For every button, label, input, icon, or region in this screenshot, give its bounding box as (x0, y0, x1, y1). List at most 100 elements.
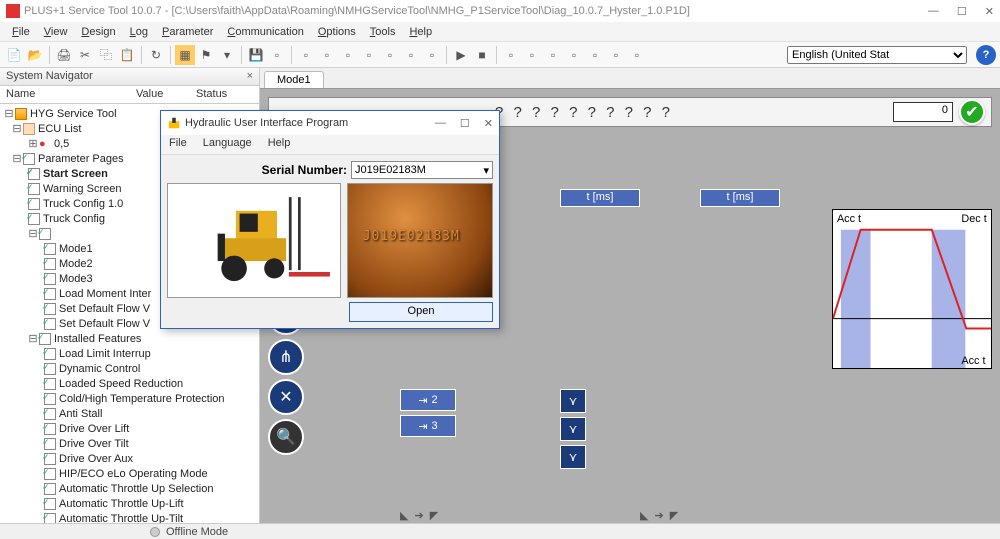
bluebtn-2[interactable]: ⇥ 2 (400, 389, 456, 411)
menu-communication[interactable]: Communication (221, 25, 309, 39)
acc-dec-chart: Acc tDec tAcc t (832, 209, 992, 369)
app-icon (6, 4, 20, 18)
tb-c4-icon[interactable]: ▫ (359, 45, 379, 65)
tb-c2-icon[interactable]: ▫ (317, 45, 337, 65)
serial-combo[interactable]: J019E02183M ▾ (351, 161, 493, 179)
arrow-row-2: ◣ ➔ ◤ (640, 509, 678, 522)
sym-2-icon[interactable]: ⋎ (560, 417, 586, 441)
open-button[interactable]: Open (349, 302, 493, 322)
menu-file[interactable]: File (6, 25, 36, 39)
tb-flag-icon[interactable]: ⚑ (196, 45, 216, 65)
tb-d6-icon[interactable]: ▫ (606, 45, 626, 65)
pedal4-icon: ◤ (670, 509, 678, 522)
tree-item[interactable]: Dynamic Control (0, 361, 259, 376)
tree-item[interactable]: Load Limit Interrup (0, 346, 259, 361)
tool-zoom-icon[interactable]: 🔍 (268, 419, 304, 455)
nav-columns: Name Value Status (0, 86, 259, 104)
tb-c3-icon[interactable]: ▫ (338, 45, 358, 65)
dialog-menubar: File Language Help (161, 135, 499, 155)
dialog-min-icon[interactable]: — (435, 117, 446, 130)
menu-help[interactable]: Help (403, 25, 438, 39)
tb-new-icon[interactable]: 📄 (4, 45, 24, 65)
tb-grid-icon[interactable]: ▦ (175, 45, 195, 65)
svg-text:Acc t: Acc t (837, 213, 861, 225)
window-title: PLUS+1 Service Tool 10.0.7 - [C:\Users\f… (24, 5, 690, 17)
tb-d7-icon[interactable]: ▫ (627, 45, 647, 65)
tab-mode1[interactable]: Mode1 (264, 71, 324, 88)
dlg-menu-help[interactable]: Help (268, 137, 291, 152)
hydraulic-dialog: Hydraulic User Interface Program — ☐ ✕ F… (160, 110, 500, 329)
help-icon[interactable]: ? (976, 45, 996, 65)
tool-circle-4-icon[interactable]: ⋔ (268, 339, 304, 375)
tree-item[interactable]: Drive Over Aux (0, 451, 259, 466)
tree-item[interactable]: Automatic Throttle Up-Tilt (0, 511, 259, 523)
window-min[interactable]: — (928, 5, 939, 18)
tree-item[interactable]: Drive Over Tilt (0, 436, 259, 451)
nav-title: System Navigator (6, 70, 93, 83)
symbol-set: ⋎ ⋎ ⋎ (560, 389, 586, 469)
window-max[interactable]: ☐ (957, 5, 967, 18)
forklift-image (167, 183, 341, 298)
sym-1-icon[interactable]: ⋎ (560, 389, 586, 413)
dlg-menu-language[interactable]: Language (203, 137, 252, 152)
tree-item[interactable]: HIP/ECO eLo Operating Mode (0, 466, 259, 481)
tb-paste-icon[interactable]: 📋 (117, 45, 137, 65)
tree-item[interactable]: ⊟Installed Features (0, 331, 259, 346)
dlg-menu-file[interactable]: File (169, 137, 187, 152)
mid-buttons-bot: ⇥ 2 ⇥ 3 (400, 389, 456, 437)
tb-d2-icon[interactable]: ▫ (522, 45, 542, 65)
tb-save-icon[interactable]: 💾 (246, 45, 266, 65)
arrow-row-1: ◣ ➔ ◤ (400, 509, 438, 522)
tb-c6-icon[interactable]: ▫ (401, 45, 421, 65)
tree-item[interactable]: Drive Over Lift (0, 421, 259, 436)
dialog-close-icon[interactable]: ✕ (484, 117, 493, 130)
tb-stop-icon[interactable]: ■ (472, 45, 492, 65)
bluebtn-3[interactable]: ⇥ 3 (400, 415, 456, 437)
tb-copy-icon[interactable]: ⿻ (96, 45, 116, 65)
menu-log[interactable]: Log (124, 25, 154, 39)
serial-label: Serial Number: (262, 163, 347, 177)
tb-d4-icon[interactable]: ▫ (564, 45, 584, 65)
menu-tools[interactable]: Tools (364, 25, 402, 39)
statusbar: Offline Mode (0, 523, 1000, 539)
arrow-right-icon: ➔ (414, 509, 423, 522)
pedal-icon: ◣ (400, 509, 408, 522)
menu-parameter[interactable]: Parameter (156, 25, 219, 39)
tree-item[interactable]: Automatic Throttle Up Selection (0, 481, 259, 496)
pedal2-icon: ◤ (430, 509, 438, 522)
menu-options[interactable]: Options (312, 25, 362, 39)
tb-print-icon[interactable]: 🖨 (54, 45, 74, 65)
tb-c1-icon[interactable]: ▫ (296, 45, 316, 65)
tb-d5-icon[interactable]: ▫ (585, 45, 605, 65)
window-titlebar: PLUS+1 Service Tool 10.0.7 - [C:\Users\f… (0, 0, 1000, 22)
nav-close-icon[interactable]: × (247, 70, 253, 83)
chevron-down-icon: ▾ (483, 164, 489, 177)
tb-open-icon[interactable]: 📂 (25, 45, 45, 65)
menu-design[interactable]: Design (75, 25, 121, 39)
tree-item[interactable]: Automatic Throttle Up-Lift (0, 496, 259, 511)
tb-refresh-icon[interactable]: ↻ (146, 45, 166, 65)
tb-cut-icon[interactable]: ✂ (75, 45, 95, 65)
tb-down-icon[interactable]: ▾ (217, 45, 237, 65)
tool-circle-5-icon[interactable]: ✕ (268, 379, 304, 415)
tb-d1-icon[interactable]: ▫ (501, 45, 521, 65)
tb-d3-icon[interactable]: ▫ (543, 45, 563, 65)
tms-label-a: t [ms] (560, 189, 640, 207)
language-select[interactable]: English (United Stat (787, 46, 967, 64)
svg-text:Dec t: Dec t (961, 213, 986, 225)
tb-b1-icon[interactable]: ▫ (267, 45, 287, 65)
tree-item[interactable]: Loaded Speed Reduction (0, 376, 259, 391)
tb-play-icon[interactable]: ▶ (451, 45, 471, 65)
tree-item[interactable]: Anti Stall (0, 406, 259, 421)
status-ok-icon: ✔ (959, 99, 985, 125)
tb-c5-icon[interactable]: ▫ (380, 45, 400, 65)
window-close[interactable]: ✕ (985, 5, 994, 18)
plate-serial: J019E02183M (363, 229, 460, 244)
serial-plate-image: J019E02183M (347, 183, 493, 298)
tree-item[interactable]: Cold/High Temperature Protection (0, 391, 259, 406)
dialog-max-icon[interactable]: ☐ (460, 117, 470, 130)
toolbar: 📄 📂 🖨 ✂ ⿻ 📋 ↻ ▦ ⚑ ▾ 💾 ▫ ▫ ▫ ▫ ▫ ▫ ▫ ▫ ▶ … (0, 42, 1000, 68)
menu-view[interactable]: View (38, 25, 74, 39)
sym-3-icon[interactable]: ⋎ (560, 445, 586, 469)
tb-c7-icon[interactable]: ▫ (422, 45, 442, 65)
